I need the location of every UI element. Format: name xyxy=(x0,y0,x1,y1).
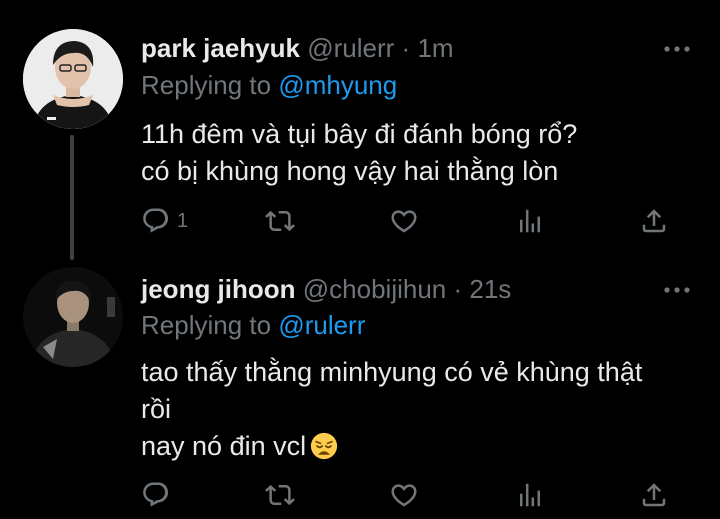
handle[interactable]: @chobijihun xyxy=(303,274,446,304)
like-button[interactable] xyxy=(389,203,419,239)
tweet-text: 11h đêm và tụi bây đi đánh bóng rổ? có b… xyxy=(141,116,701,190)
action-bar: 1 xyxy=(141,203,681,239)
action-bar xyxy=(141,477,681,513)
retweet-icon xyxy=(265,210,295,232)
stats-icon xyxy=(520,209,540,233)
share-icon xyxy=(642,209,666,233)
tweet-text: tao thấy thằng minhyung có vẻ khùng thật… xyxy=(141,354,701,465)
replying-to-mention[interactable]: @mhyung xyxy=(278,70,397,100)
tweet-text-line: có bị khùng hong vậy hai thằng lòn xyxy=(141,156,559,186)
weary-face-emoji-icon xyxy=(310,432,338,460)
tweet-text-line: nay nó đin vcl xyxy=(141,431,307,461)
reply-button[interactable]: 1 xyxy=(141,203,188,239)
handle[interactable]: @rulerr xyxy=(307,33,394,63)
avatar[interactable] xyxy=(23,267,123,367)
stats-button[interactable] xyxy=(515,203,545,239)
like-icon xyxy=(391,484,417,507)
share-button[interactable] xyxy=(639,203,669,239)
reply-icon xyxy=(143,208,169,233)
replying-to: Replying to @mhyung xyxy=(141,69,397,101)
share-button[interactable] xyxy=(639,477,669,513)
stats-icon xyxy=(520,483,540,507)
avatar[interactable] xyxy=(23,29,123,129)
tweet-header: jeong jihoon @chobijihun · 21s xyxy=(141,273,511,305)
like-icon xyxy=(391,210,417,233)
display-name[interactable]: jeong jihoon xyxy=(141,274,296,304)
tweet-text-line-with-emoji: nay nó đin vcl xyxy=(141,428,701,465)
like-button[interactable] xyxy=(389,477,419,513)
reply-count: 1 xyxy=(177,209,189,232)
replying-to-label: Replying to xyxy=(141,310,272,340)
tweet-text-line: 11h đêm và tụi bây đi đánh bóng rổ? xyxy=(141,119,578,149)
replying-to: Replying to @rulerr xyxy=(141,309,365,341)
tweet[interactable]: jeong jihoon @chobijihun · 21s Replying … xyxy=(0,262,720,519)
retweet-icon xyxy=(265,484,295,506)
timestamp[interactable]: 1m xyxy=(417,33,453,63)
stats-button[interactable] xyxy=(515,477,545,513)
tweet-text-line: tao thấy thằng minhyung có vẻ khùng thật xyxy=(141,357,643,387)
tweet-header: park jaehyuk @rulerr · 1m xyxy=(141,32,454,64)
more-icon[interactable] xyxy=(662,285,692,295)
retweet-button[interactable] xyxy=(265,477,295,513)
tweet[interactable]: park jaehyuk @rulerr · 1m Replying to @m… xyxy=(0,0,720,262)
retweet-button[interactable] xyxy=(265,203,295,239)
timestamp[interactable]: 21s xyxy=(469,274,511,304)
separator: · xyxy=(453,274,463,304)
replying-to-mention[interactable]: @rulerr xyxy=(278,310,365,340)
more-icon[interactable] xyxy=(662,44,692,54)
reply-button[interactable] xyxy=(141,477,171,513)
replying-to-label: Replying to xyxy=(141,70,272,100)
thread-line xyxy=(70,135,74,260)
reply-icon xyxy=(143,482,169,507)
display-name[interactable]: park jaehyuk xyxy=(141,33,300,63)
separator: · xyxy=(401,33,411,63)
share-icon xyxy=(642,483,666,507)
tweet-text-line: rồi xyxy=(141,394,172,424)
